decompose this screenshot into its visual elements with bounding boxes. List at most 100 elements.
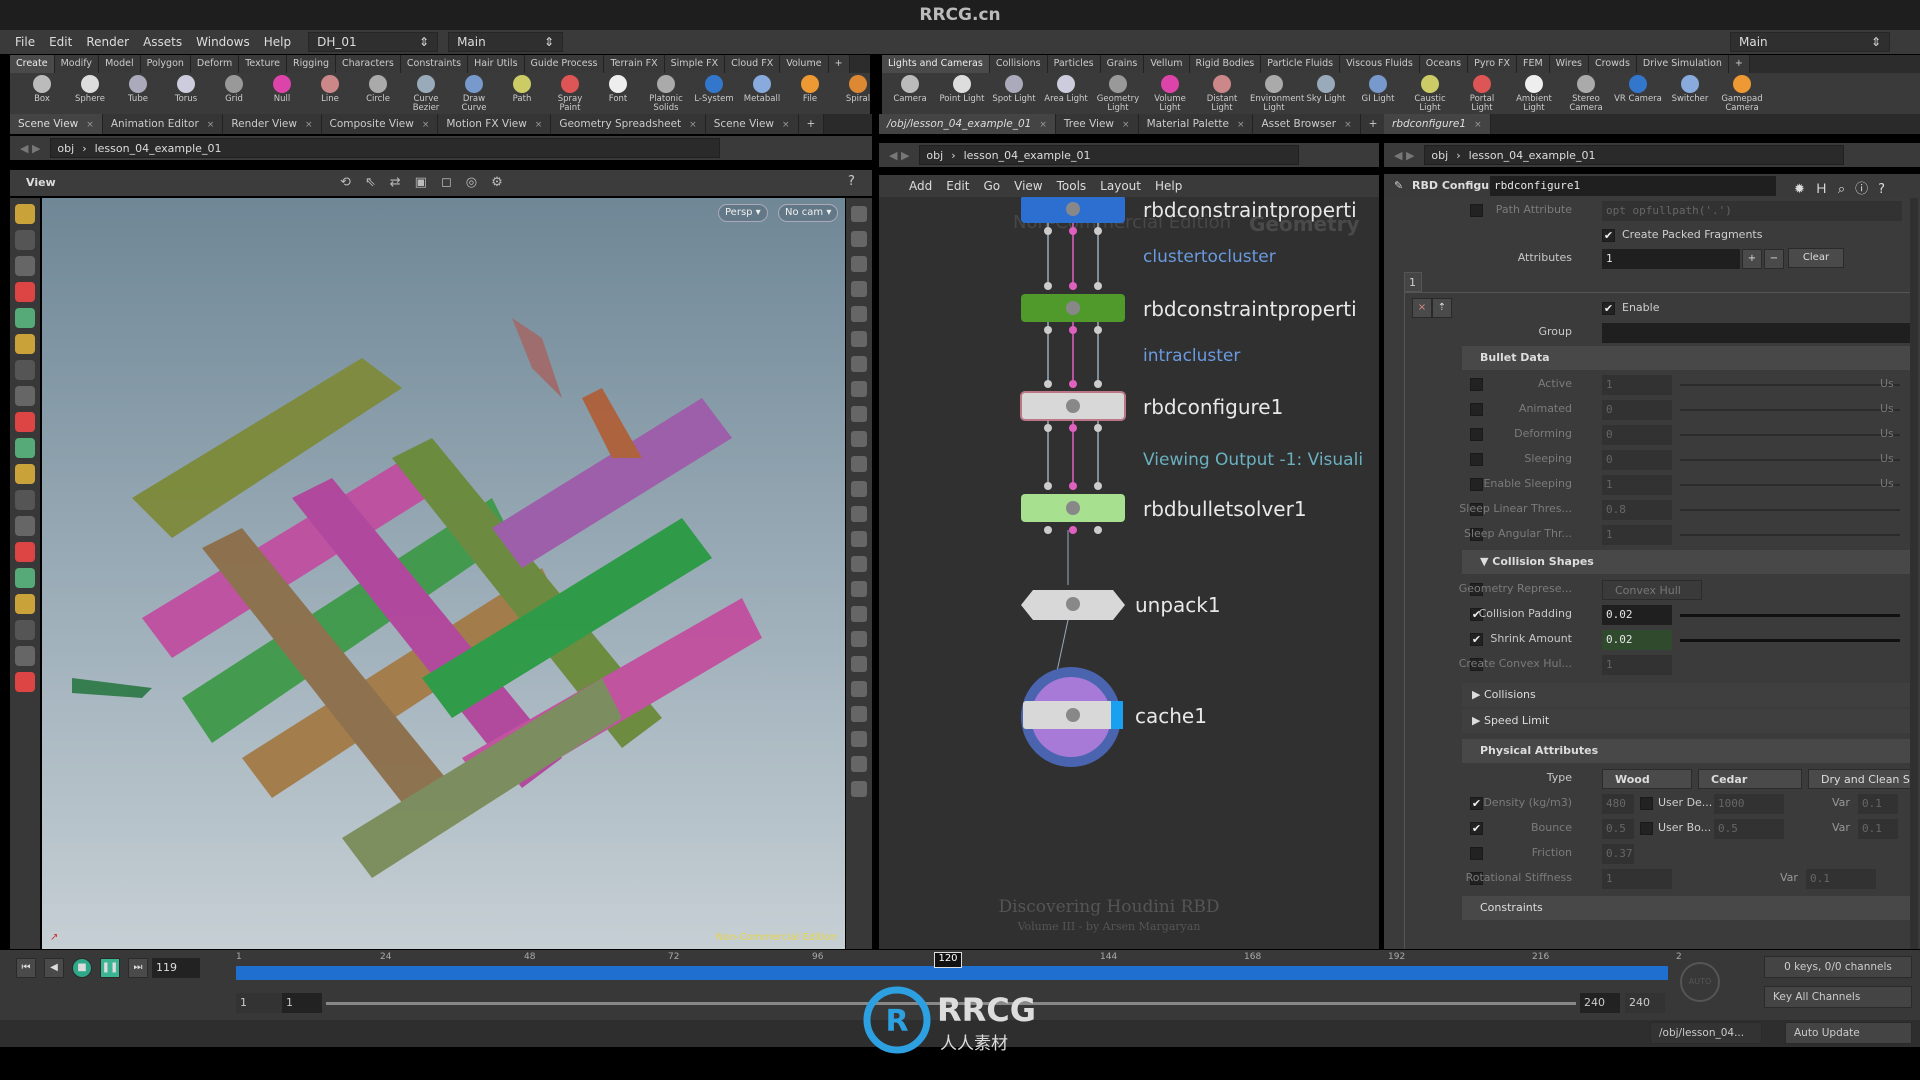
shelf-tool-spiral[interactable]: Spiral — [834, 75, 882, 104]
close-icon[interactable]: × — [1237, 120, 1245, 130]
param-value-field[interactable]: 0 — [1602, 425, 1672, 445]
update-mode-select[interactable]: Auto Update — [1785, 1022, 1912, 1044]
viewport-tool-icon[interactable] — [15, 256, 35, 276]
wood-type-select[interactable]: Cedar — [1698, 769, 1802, 789]
add-tab-button[interactable]: + — [798, 114, 825, 134]
display-option-icon[interactable] — [851, 756, 867, 772]
node-cache1[interactable]: cache1 — [1023, 701, 1207, 729]
shelf-tool-font[interactable]: Font — [594, 75, 642, 104]
node-menu-edit[interactable]: Edit — [946, 179, 969, 193]
display-option-icon[interactable] — [851, 731, 867, 747]
viewport-tool-icon[interactable] — [15, 360, 35, 380]
back-forward-icon[interactable]: ◀ ▶ — [889, 149, 909, 162]
display-option-icon[interactable] — [851, 706, 867, 722]
shelf-tool-file[interactable]: File — [786, 75, 834, 104]
clear-button[interactable]: Clear — [1788, 248, 1844, 268]
shelf-tab-crowds[interactable]: Crowds — [1589, 55, 1637, 73]
param-value-field[interactable]: 1 — [1602, 869, 1672, 889]
display-option-icon[interactable] — [851, 306, 867, 322]
checkbox[interactable] — [1470, 428, 1483, 441]
shelf-tool-spray-paint[interactable]: Spray Paint — [546, 75, 594, 113]
menu-windows[interactable]: Windows — [189, 35, 257, 49]
node-rbdconstraintproperti[interactable]: rbdconstraintproperti intracluster — [1021, 282, 1357, 366]
close-icon[interactable]: × — [1039, 120, 1047, 130]
param-value-field[interactable]: 0.02 — [1602, 605, 1672, 625]
shelf-tool-path[interactable]: Path — [498, 75, 546, 104]
display-option-icon[interactable] — [851, 606, 867, 622]
param-value-field[interactable]: 0.5 — [1714, 819, 1784, 839]
display-option-icon[interactable] — [851, 631, 867, 647]
path-field[interactable]: obj › lesson_04_example_01 — [919, 145, 1300, 165]
jump-start-button[interactable]: ⏮ — [16, 958, 36, 978]
add-multiparm-button[interactable]: + — [1742, 249, 1762, 269]
viewport-tool-icon[interactable] — [15, 594, 35, 614]
close-icon[interactable]: × — [1344, 120, 1352, 130]
shelf-tool-box[interactable]: Box — [18, 75, 66, 104]
param-value-field[interactable]: opt opfullpath('.') — [1602, 201, 1902, 221]
close-icon[interactable]: × — [1474, 120, 1482, 130]
section-collision-shapes[interactable]: ▼ Collision Shapes — [1462, 550, 1914, 574]
shelf-tab-collisions[interactable]: Collisions — [989, 55, 1048, 73]
display-option-icon[interactable] — [851, 556, 867, 572]
param-slider[interactable] — [1680, 639, 1900, 642]
param-value-field[interactable]: 0.1 — [1858, 819, 1898, 839]
end-frame-field[interactable]: 240 — [1625, 993, 1665, 1013]
param-slider[interactable] — [1680, 509, 1900, 511]
viewport-tool-icon[interactable] — [15, 282, 35, 302]
checkbox[interactable]: ✔ — [1470, 797, 1483, 810]
param-header-icons[interactable]: ✹Ｈ⌕ⓘ? — [1794, 178, 1895, 197]
param-value-field[interactable]: 0.1 — [1806, 869, 1876, 889]
tab-material-palette[interactable]: Material Palette × — [1138, 114, 1254, 134]
play-reverse-button[interactable]: ◀ — [44, 958, 64, 978]
tab-asset-browser[interactable]: Asset Browser × — [1253, 114, 1361, 134]
viewport-tool-icon[interactable] — [15, 412, 35, 432]
help-icon[interactable]: ? — [848, 174, 855, 189]
node-menu-go[interactable]: Go — [983, 179, 1000, 193]
shelf-tool-curve-bezier[interactable]: Curve Bezier — [402, 75, 450, 113]
param-value-field[interactable]: 1 — [1602, 475, 1672, 495]
display-option-icon[interactable] — [851, 481, 867, 497]
viewport-tool-icon[interactable] — [15, 334, 35, 354]
shelf-tool-metaball[interactable]: Metaball — [738, 75, 786, 104]
playback-end-field[interactable]: 240 — [1580, 993, 1620, 1013]
menu-assets[interactable]: Assets — [136, 35, 189, 49]
checkbox[interactable] — [1640, 822, 1653, 835]
shelf-tool-distant-light[interactable]: Distant Light — [1198, 75, 1246, 113]
current-frame-field[interactable]: 119 — [152, 958, 200, 978]
add-tab-button[interactable]: + — [1360, 114, 1387, 134]
shelf-tab-characters[interactable]: Characters — [336, 55, 401, 73]
surface-type-select[interactable]: Dry and Clean Su — [1808, 769, 1918, 789]
auto-key-button[interactable]: AUTO — [1680, 962, 1720, 1002]
param-value-field[interactable]: 0.5 — [1602, 819, 1634, 839]
param-slider[interactable] — [1680, 384, 1900, 386]
param-scrollbar[interactable] — [1910, 198, 1918, 949]
shelf-tool-environment-light[interactable]: Environment Light — [1250, 75, 1304, 113]
node-rbdconstraintproperti[interactable]: rbdconstraintproperti clustertocluster — [1021, 197, 1357, 267]
shelf-tab-drive-simulation[interactable]: Drive Simulation — [1636, 55, 1729, 73]
timeline-range-bar[interactable] — [236, 966, 1668, 980]
shelf-tool-area-light[interactable]: Area Light — [1042, 75, 1090, 104]
shelf-tool-l-system[interactable]: L-System — [690, 75, 738, 104]
param-slider[interactable] — [1680, 534, 1900, 536]
right-desktop-select[interactable]: Main ⇕ — [1730, 32, 1890, 52]
path-field[interactable]: obj › lesson_04_example_01 — [1424, 145, 1845, 165]
desktop-select[interactable]: DH_01 ⇕ — [308, 32, 439, 52]
display-option-icon[interactable] — [851, 256, 867, 272]
display-option-icon[interactable] — [851, 681, 867, 697]
path-field[interactable]: obj › lesson_04_example_01 — [50, 138, 721, 158]
param-value-field[interactable]: 1 — [1602, 525, 1672, 545]
shelf-tab-fem[interactable]: FEM — [1517, 55, 1550, 73]
shelf-tool-point-light[interactable]: Point Light — [938, 75, 986, 104]
menu-edit[interactable]: Edit — [42, 35, 79, 49]
shelf-tab-constraints[interactable]: Constraints — [400, 55, 469, 73]
viewport-tool-icons[interactable]: ⟲⇖⇄▣◻◎⚙ — [340, 175, 517, 190]
shelf-tool-circle[interactable]: Circle — [354, 75, 402, 104]
section-physical-attributes[interactable]: Physical Attributes — [1462, 739, 1914, 763]
shelf-tab-volume[interactable]: Volume — [780, 55, 829, 73]
param-value-field[interactable]: 0 — [1602, 400, 1672, 420]
param-value-field[interactable]: 1 — [1602, 655, 1672, 675]
display-option-icon[interactable] — [851, 456, 867, 472]
node-menu-add[interactable]: Add — [909, 179, 932, 193]
viewport-tool-icon[interactable] — [15, 308, 35, 328]
param-slider[interactable] — [1680, 434, 1900, 436]
